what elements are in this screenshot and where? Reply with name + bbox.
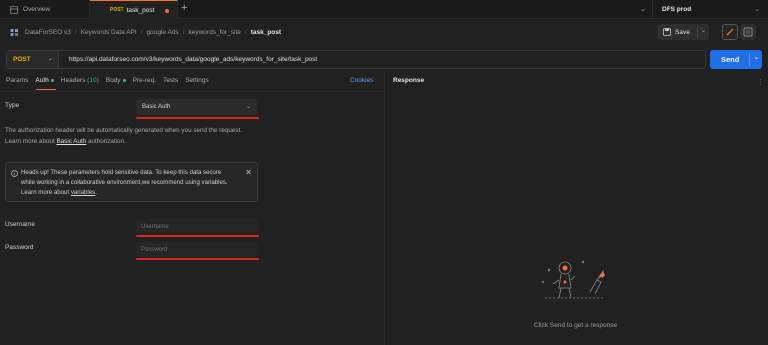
username-input[interactable]: Username — [136, 219, 258, 234]
alert-line-3: Learn more about variables. — [21, 188, 241, 198]
tab-auth[interactable]: Auth — [35, 77, 54, 87]
body-dot-icon — [122, 78, 126, 82]
breadcrumb-item-subfolder[interactable]: google Ads — [147, 29, 179, 36]
auth-type-value: Basic Auth — [142, 104, 171, 110]
breadcrumb-separator: / — [182, 28, 185, 36]
environment-selector[interactable]: DFS prod ⌄ — [652, 0, 768, 19]
alert-line-3-prefix: Learn more about — [21, 189, 71, 196]
close-icon[interactable]: ✕ — [245, 168, 252, 177]
tab-auth-label: Auth — [35, 77, 49, 84]
tab-task-label: task_post — [126, 6, 155, 14]
info-icon — [11, 170, 18, 177]
auth-description-text: The authorization header will be automat… — [5, 127, 242, 134]
chevron-down-icon: ⌄ — [245, 104, 251, 110]
documentation-button[interactable] — [740, 24, 756, 40]
active-dot-icon — [50, 78, 54, 82]
save-divider — [697, 26, 698, 38]
tab-body-label: Body — [105, 77, 121, 84]
save-label: Save — [675, 28, 690, 36]
save-button[interactable]: Save ⌄ — [657, 24, 709, 40]
headers-count: (10) — [87, 77, 99, 84]
alert-text: Heads up! These parameters hold sensitiv… — [21, 168, 241, 198]
tab-prereq[interactable]: Pre-req. — [133, 77, 156, 87]
collection-icon — [10, 28, 18, 36]
alert-line-2: while working in a collaborative environ… — [21, 179, 228, 186]
edit-button[interactable] — [722, 24, 738, 40]
astronaut-illustration — [542, 260, 605, 299]
auth-type-label: Type — [5, 102, 20, 109]
breadcrumb-separator: / — [74, 28, 77, 36]
save-icon — [663, 28, 671, 36]
send-divider — [749, 53, 750, 66]
alert-line-1: Heads up! These parameters hold sensitiv… — [21, 169, 222, 176]
request-tabs: Params Auth Headers (10) Body Pre-req. T… — [6, 77, 216, 87]
alert-line-3-suffix: . — [95, 189, 97, 196]
active-tab-indicator — [36, 89, 56, 90]
tab-headers[interactable]: Headers (10) — [61, 77, 99, 87]
tab-headers-label: Headers — [60, 77, 86, 84]
pane-divider[interactable] — [384, 72, 385, 345]
new-tab-button[interactable]: + — [181, 2, 187, 14]
tab-tests[interactable]: Tests — [163, 77, 178, 87]
username-label: Username — [5, 221, 35, 228]
breadcrumb-item-endpoint-folder[interactable]: keywords_for_site — [189, 29, 241, 36]
send-label: Send — [721, 55, 740, 64]
tab-task-post[interactable]: POST task_post — [90, 0, 178, 19]
learn-more-suffix: authorization. — [86, 138, 126, 145]
variables-link[interactable]: variables — [71, 189, 95, 196]
tab-method-badge: POST — [110, 7, 124, 13]
url-bar: POST ⌄ https://api.dataforseo.com/v3/key… — [6, 50, 706, 69]
method-label: POST — [13, 56, 31, 63]
chevron-down-icon: ⌄ — [754, 6, 760, 13]
tabs-chevron-down-icon[interactable]: ⌄ — [640, 5, 646, 13]
chevron-down-icon: ⌄ — [47, 56, 53, 62]
unsaved-dot-icon — [165, 9, 169, 13]
tab-body[interactable]: Body — [106, 77, 126, 87]
cookies-link[interactable]: Cookies — [350, 77, 373, 84]
password-label: Password — [5, 244, 34, 251]
learn-more-prefix: Learn more about — [5, 138, 57, 145]
url-input[interactable]: https://api.dataforseo.com/v3/keywords_d… — [59, 56, 317, 63]
tab-bar: Overview POST task_post + ⌄ DFS prod ⌄ — [0, 0, 768, 19]
tab-settings[interactable]: Settings — [185, 77, 209, 87]
tabs-divider — [0, 91, 384, 92]
response-title: Response — [393, 77, 425, 84]
highlight-underline-password — [136, 258, 259, 260]
overview-icon — [10, 5, 18, 14]
breadcrumb-item-folder[interactable]: Keywords Data API — [81, 29, 137, 36]
breadcrumb-item-collection[interactable]: DataForSEO v3 — [25, 29, 71, 36]
password-input[interactable]: Password — [136, 242, 258, 257]
highlight-underline-type — [136, 117, 259, 119]
environment-name: DFS prod — [662, 6, 692, 13]
auth-learn-more: Learn more about Basic Auth authorizatio… — [5, 136, 265, 147]
more-options-icon[interactable]: ⋮ — [757, 78, 765, 88]
auth-type-select[interactable]: Basic Auth ⌄ — [136, 99, 258, 115]
save-options-chevron-icon[interactable]: ⌄ — [701, 27, 706, 34]
highlight-underline-username — [136, 235, 259, 237]
security-alert: Heads up! These parameters hold sensitiv… — [5, 162, 258, 202]
breadcrumb: DataForSEO v3 / Keywords Data API / goog… — [10, 26, 281, 38]
pencil-icon — [726, 28, 734, 36]
document-icon — [743, 27, 753, 37]
auth-description: The authorization header will be automat… — [5, 125, 265, 147]
send-button[interactable]: Send ⌄ — [710, 50, 762, 69]
breadcrumb-separator: / — [244, 28, 247, 36]
response-empty-hint: Click Send to get a response — [534, 322, 618, 329]
breadcrumb-separator: / — [140, 28, 143, 36]
method-selector[interactable]: POST ⌄ — [7, 51, 59, 68]
breadcrumb-current[interactable]: task_post — [251, 29, 281, 36]
send-options-chevron-icon[interactable]: ⌄ — [754, 54, 759, 61]
tab-overview[interactable]: Overview — [0, 0, 90, 19]
basic-auth-link[interactable]: Basic Auth — [56, 138, 86, 145]
tab-overview-label: Overview — [23, 6, 51, 13]
tab-params[interactable]: Params — [6, 77, 28, 87]
